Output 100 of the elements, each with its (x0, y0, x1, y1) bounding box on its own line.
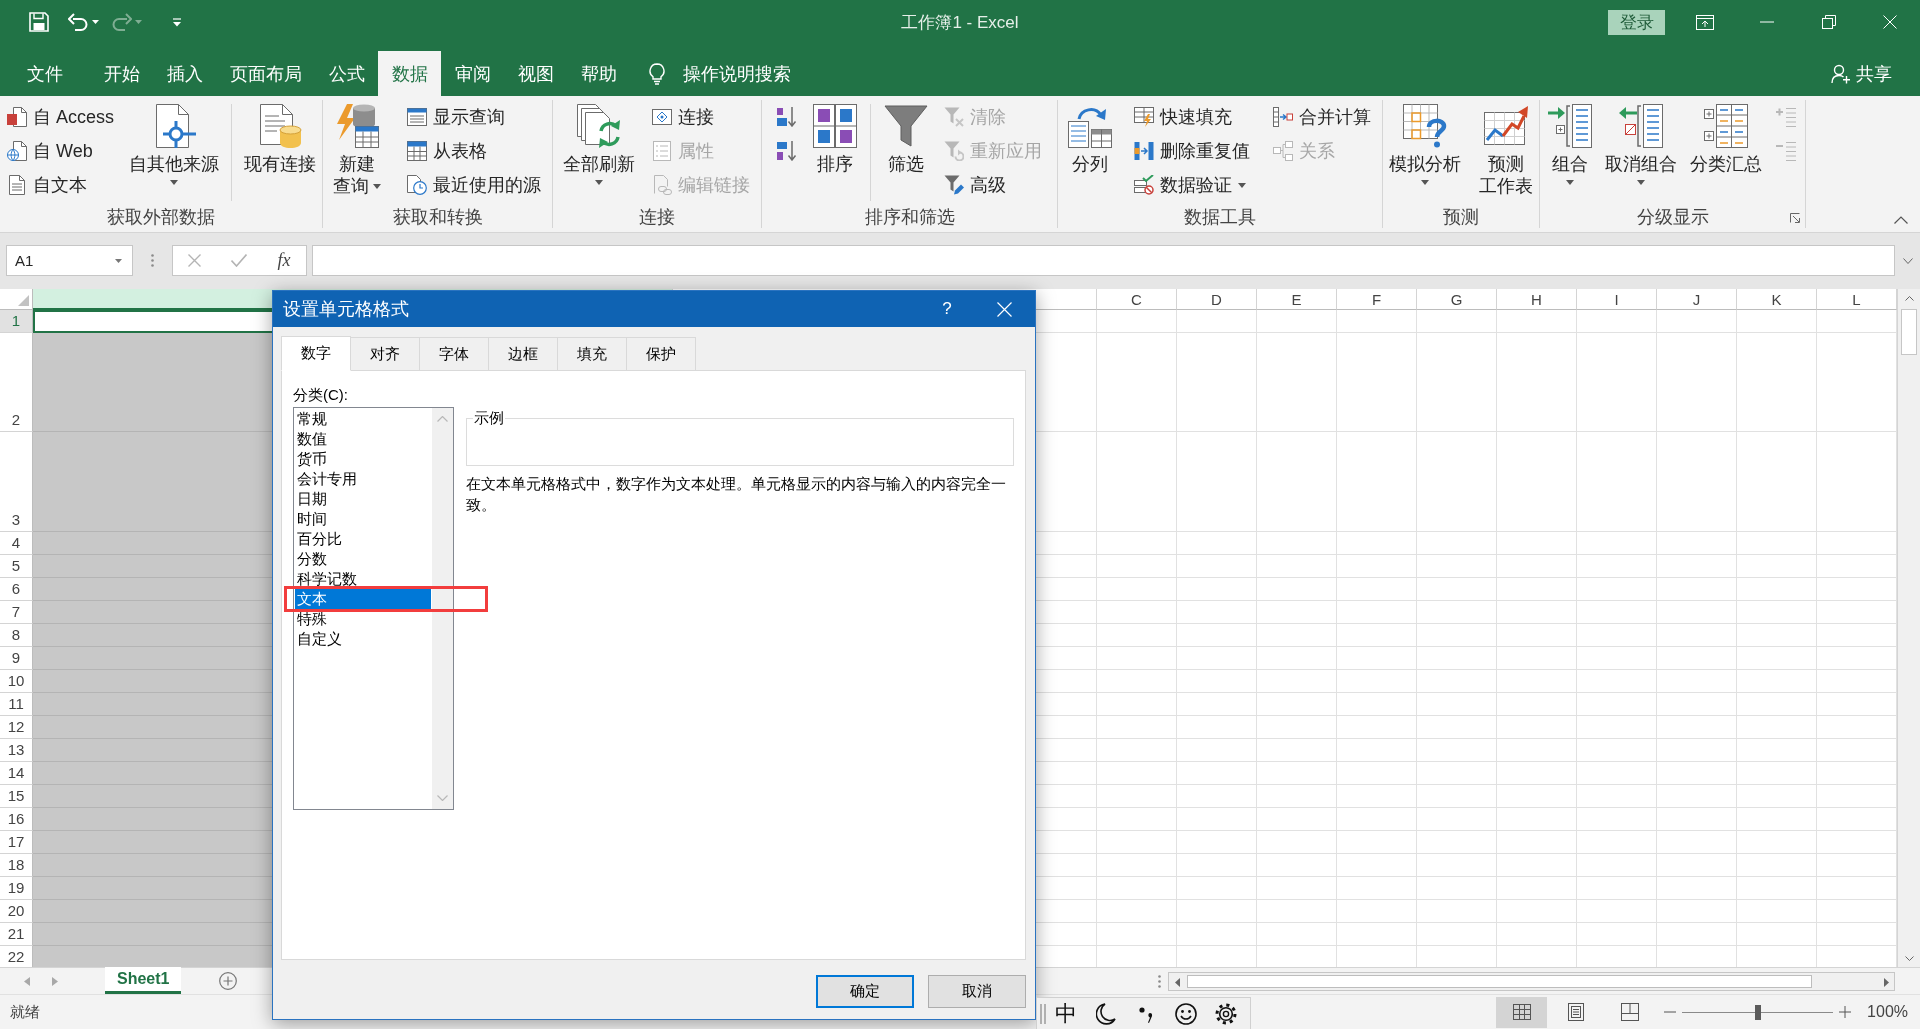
list-item[interactable]: 时间 (295, 509, 431, 529)
list-item[interactable]: 会计专用 (295, 469, 431, 489)
close-icon[interactable] (1883, 15, 1897, 29)
list-item[interactable]: 分数 (295, 549, 431, 569)
column-header[interactable]: I (1577, 289, 1657, 310)
list-item[interactable]: 百分比 (295, 529, 431, 549)
ribbon-tab[interactable]: 插入 (153, 51, 216, 96)
sheet-tab[interactable]: Sheet1 (105, 967, 182, 994)
row-header[interactable]: 8 (0, 624, 33, 647)
row-header[interactable]: 17 (0, 831, 33, 854)
undo-icon[interactable] (68, 13, 88, 31)
ribbon-tab[interactable]: 开始 (90, 51, 153, 96)
ribbon-button[interactable]: 从表格 (404, 134, 544, 168)
row-header[interactable]: 2 (0, 333, 33, 432)
scrollbar-track[interactable] (1168, 972, 1895, 991)
ribbon-tab[interactable]: 视图 (504, 51, 567, 96)
name-box[interactable]: A1 (6, 245, 133, 276)
list-item[interactable]: 文本 (295, 589, 431, 609)
column-header[interactable]: D (1177, 289, 1257, 310)
save-icon[interactable] (29, 12, 49, 32)
row-header[interactable]: 3 (0, 432, 33, 532)
column-header[interactable]: C (1097, 289, 1177, 310)
list-item[interactable]: 常规 (295, 409, 431, 429)
row-header[interactable]: 6 (0, 578, 33, 601)
ribbon-button[interactable]: 全部刷新 (561, 100, 637, 189)
dialog-button[interactable]: 确定 (816, 975, 914, 1008)
tell-me-search[interactable]: 操作说明搜索 (649, 51, 791, 96)
row-header[interactable]: 20 (0, 900, 33, 923)
ribbon-button[interactable]: 模拟分析 (1387, 100, 1463, 189)
zoom-level-text[interactable]: 100% (1867, 1003, 1908, 1021)
ribbon-button[interactable]: 连接 (649, 100, 753, 134)
list-item[interactable]: 科学记数 (295, 569, 431, 589)
collapse-ribbon-icon[interactable] (1894, 216, 1908, 224)
input-mode-button[interactable]: 中 (1046, 998, 1086, 1029)
list-item[interactable]: 自定义 (295, 629, 431, 649)
column-header[interactable]: H (1497, 289, 1577, 310)
column-header[interactable]: J (1657, 289, 1737, 310)
insert-function-button[interactable]: fx (262, 246, 306, 275)
column-header[interactable]: L (1817, 289, 1897, 310)
share-button[interactable]: 共享 (1831, 51, 1892, 96)
ribbon-button[interactable]: 删除重复值 (1131, 134, 1253, 168)
row-header[interactable]: 21 (0, 923, 33, 946)
expand-icon[interactable] (1902, 257, 1913, 264)
ribbon-button[interactable]: 取消组合 (1603, 100, 1679, 189)
row-header[interactable]: 5 (0, 555, 33, 578)
caret-icon[interactable] (92, 20, 99, 24)
ribbon-button[interactable]: 预测 工作表 (1477, 100, 1535, 197)
dialog-button[interactable]: 取消 (928, 975, 1026, 1008)
list-item[interactable]: 日期 (295, 489, 431, 509)
row-header[interactable]: 7 (0, 601, 33, 624)
scrollbar-thumb[interactable] (1187, 975, 1812, 988)
ribbon-button[interactable]: 合并计算 (1270, 100, 1374, 134)
scrollbar-thumb[interactable] (1901, 309, 1917, 355)
new-sheet-icon[interactable] (219, 972, 238, 990)
zoom-in-icon[interactable] (1839, 1006, 1852, 1018)
row-header[interactable]: 14 (0, 762, 33, 785)
row-header[interactable]: 18 (0, 854, 33, 877)
chevron-down-icon[interactable] (1904, 955, 1914, 961)
ribbon-tab[interactable]: 帮助 (567, 51, 630, 96)
ribbon-tab[interactable]: 审阅 (441, 51, 504, 96)
row-header[interactable]: 12 (0, 716, 33, 739)
ribbon-button[interactable]: 显示查询 (404, 100, 544, 134)
chevron-up-icon[interactable] (1904, 295, 1914, 301)
row-header[interactable]: 11 (0, 693, 33, 716)
smiley-icon[interactable] (1175, 1002, 1197, 1025)
column-header[interactable]: F (1337, 289, 1417, 310)
column-header[interactable]: G (1417, 289, 1497, 310)
ribbon-button[interactable]: 高级 (941, 168, 1045, 202)
ribbon-button[interactable]: 自其他来源 (127, 100, 221, 189)
ribbon-button[interactable]: 分列 (1066, 100, 1114, 175)
row-header[interactable]: 15 (0, 785, 33, 808)
dialog-tab[interactable]: 数字 (281, 336, 351, 371)
ribbon-button[interactable]: 自 Access (4, 100, 118, 134)
row-header[interactable]: 13 (0, 739, 33, 762)
category-list[interactable]: 常规 数值 货币 会计专用 日期 时间 百分比 分数 科学记数 文本 特殊 自定义 (293, 407, 454, 810)
ribbon-tab[interactable]: 页面布局 (216, 51, 315, 96)
normal-view-button[interactable] (1496, 996, 1548, 1028)
ribbon-tab[interactable]: 公式 (315, 51, 378, 96)
ribbon-button[interactable]: 排序 (811, 100, 859, 175)
ribbon-button[interactable]: 分类汇总 (1688, 100, 1764, 175)
dialog-launcher-button[interactable] (1790, 212, 1800, 223)
close-icon[interactable] (996, 301, 1012, 317)
ribbon-button[interactable]: 筛选 (882, 100, 930, 175)
sign-in-button[interactable]: 登录 (1608, 9, 1665, 35)
scroll-right-icon[interactable] (1883, 977, 1889, 987)
ribbon-tab[interactable]: 数据 (378, 51, 441, 96)
ribbon-button[interactable]: 数据验证 (1131, 168, 1253, 202)
help-button[interactable]: ? (924, 291, 970, 327)
restore-icon[interactable] (1822, 15, 1836, 29)
dialog-tab[interactable]: 保护 (626, 337, 696, 370)
list-item[interactable]: 数值 (295, 429, 431, 449)
row-header[interactable]: 9 (0, 647, 33, 670)
ribbon-button[interactable]: 自文本 (4, 168, 118, 202)
row-header[interactable]: 10 (0, 670, 33, 693)
ribbon-button[interactable]: 快速填充 (1131, 100, 1253, 134)
ribbon-button[interactable]: 新建 查询 (331, 100, 383, 197)
ribbon-button[interactable]: 现有连接 (242, 100, 318, 175)
ribbon-display-options-icon[interactable] (1696, 14, 1714, 30)
ribbon-button[interactable]: 自 Web (4, 134, 118, 168)
ribbon-button[interactable]: 最近使用的源 (404, 168, 544, 202)
